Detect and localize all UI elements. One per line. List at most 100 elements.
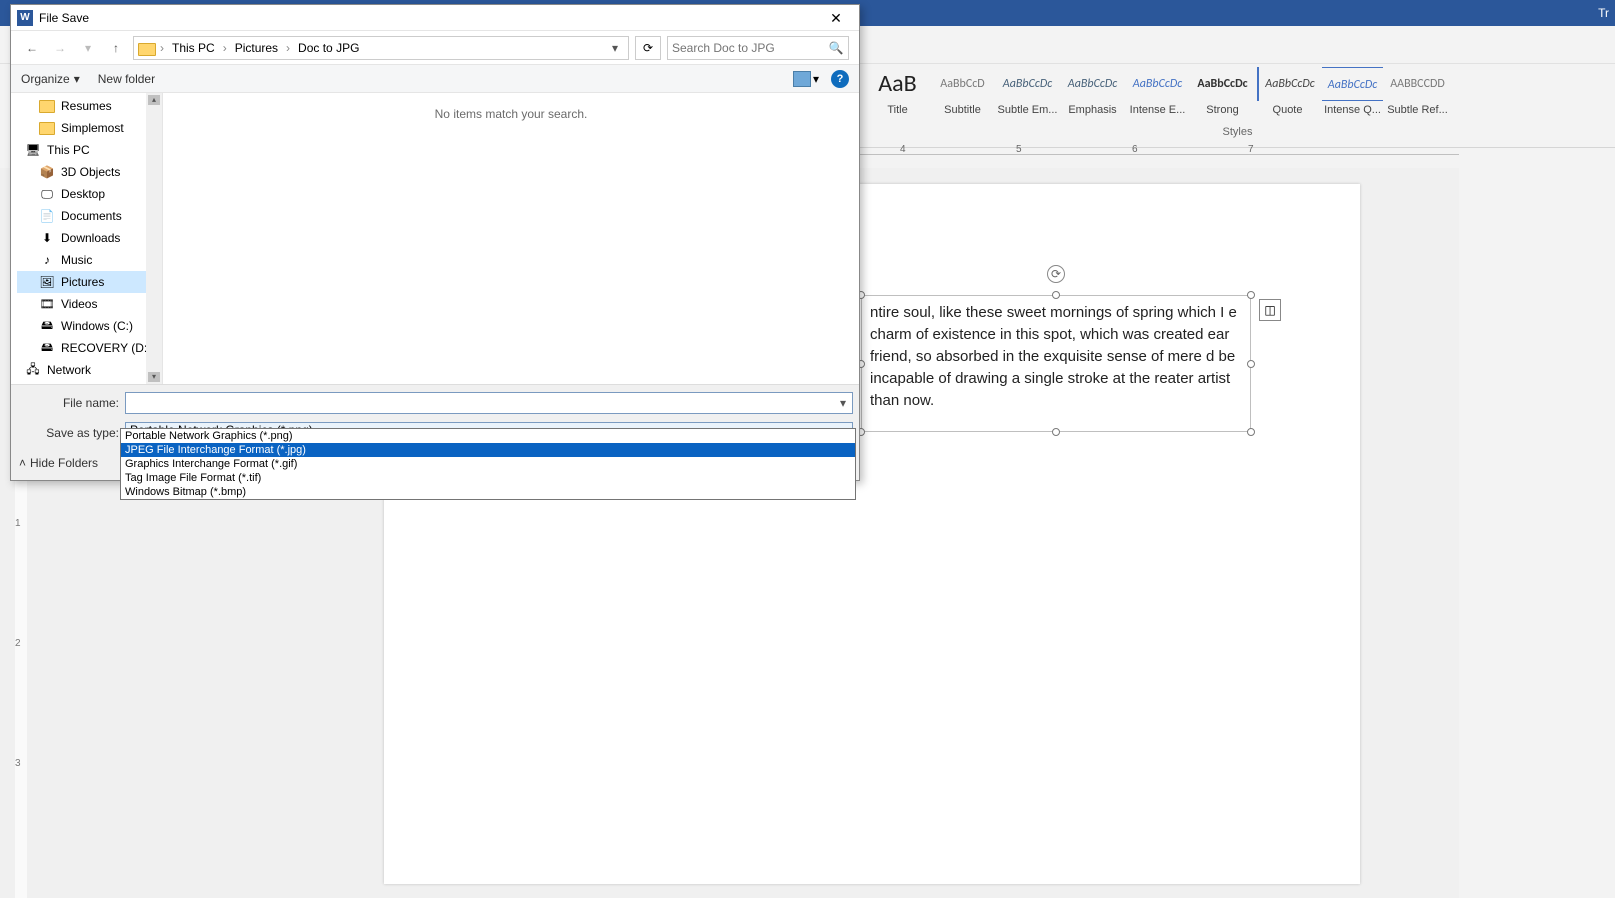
resize-handle[interactable] xyxy=(1247,428,1255,436)
doc-icon: 📄 xyxy=(39,208,55,224)
breadcrumb-item[interactable]: Doc to JPG xyxy=(296,41,361,55)
tree-item-downloads[interactable]: ⬇Downloads xyxy=(17,227,162,249)
rotate-handle-icon[interactable] xyxy=(1047,265,1065,283)
dialog-title: File Save xyxy=(39,11,815,25)
style-preview: AaBbCcDc xyxy=(1322,67,1383,101)
scroll-up-icon[interactable]: ▴ xyxy=(148,95,160,105)
tree-item-label: Videos xyxy=(61,297,97,311)
tree-item-music[interactable]: ♪Music xyxy=(17,249,162,271)
horizontal-ruler: 4567 xyxy=(860,148,1459,168)
style-subtle-ref-[interactable]: AABBCCDDSubtle Ref... xyxy=(1386,66,1449,120)
recent-locations-button[interactable]: ▾ xyxy=(77,37,99,59)
tree-item-videos[interactable]: 🎞Videos xyxy=(17,293,162,315)
hide-folders-button[interactable]: ˄ Hide Folders xyxy=(19,456,98,470)
breadcrumb-item[interactable]: This PC xyxy=(170,41,217,55)
breadcrumb-item[interactable]: Pictures xyxy=(233,41,280,55)
style-strong[interactable]: AaBbCcDcStrong xyxy=(1191,66,1254,120)
ruler-tick: 4 xyxy=(900,144,906,155)
chevron-right-icon[interactable]: › xyxy=(158,41,166,55)
tree-scrollbar[interactable]: ▴ ▾ xyxy=(146,93,162,384)
style-label: Quote xyxy=(1257,101,1318,119)
save-as-type-dropdown: Portable Network Graphics (*.png)JPEG Fi… xyxy=(120,428,856,500)
organize-button[interactable]: Organize ▾ xyxy=(21,72,80,86)
back-button[interactable]: ← xyxy=(21,37,43,59)
style-emphasis[interactable]: AaBbCcDcEmphasis xyxy=(1061,66,1124,120)
folder-icon xyxy=(39,98,55,114)
tree-item-this-pc[interactable]: 🖥 This PC xyxy=(17,139,162,161)
filetype-option[interactable]: Tag Image File Format (*.tif) xyxy=(121,471,855,485)
tree-item-recovery-d-[interactable]: 🖴RECOVERY (D:) xyxy=(17,337,162,359)
file-save-dialog: W File Save ✕ ← → ▾ ↑ › This PC › Pictur… xyxy=(10,4,860,481)
style-preview: AaBbCcDc xyxy=(1257,67,1318,101)
dialog-titlebar: W File Save ✕ xyxy=(11,5,859,31)
tree-item-documents[interactable]: 📄Documents xyxy=(17,205,162,227)
tree-item-resumes[interactable]: Resumes xyxy=(17,95,162,117)
selected-textbox[interactable]: ntire soul, like these sweet mornings of… xyxy=(861,295,1251,432)
chevron-right-icon[interactable]: › xyxy=(284,41,292,55)
style-quote[interactable]: AaBbCcDcQuote xyxy=(1256,66,1319,120)
close-button[interactable]: ✕ xyxy=(815,6,857,30)
forward-button[interactable]: → xyxy=(49,37,71,59)
dialog-toolbar: Organize ▾ New folder ▾ ? xyxy=(11,65,859,93)
style-label: Title xyxy=(867,101,928,119)
ruler-tick: 6 xyxy=(1132,144,1138,155)
mus-icon: ♪ xyxy=(39,252,55,268)
address-dropdown-icon[interactable]: ▾ xyxy=(606,41,624,55)
filetype-option[interactable]: Graphics Interchange Format (*.gif) xyxy=(121,457,855,471)
style-title[interactable]: AaBTitle xyxy=(866,66,929,120)
search-box[interactable]: 🔍 xyxy=(667,36,849,60)
tree-item-label: Pictures xyxy=(61,275,104,289)
style-intense-q-[interactable]: AaBbCcDcIntense Q... xyxy=(1321,66,1384,120)
tree-item-3d-objects[interactable]: 📦3D Objects xyxy=(17,161,162,183)
new-folder-button[interactable]: New folder xyxy=(98,72,155,86)
style-label: Subtitle xyxy=(932,101,993,119)
chevron-right-icon[interactable]: › xyxy=(221,41,229,55)
tree-item-simplemost[interactable]: Simplemost xyxy=(17,117,162,139)
view-options-button[interactable]: ▾ xyxy=(793,71,819,87)
tree-item-label: Simplemost xyxy=(61,121,124,135)
tree-item-label: Windows (C:) xyxy=(61,319,133,333)
resize-handle[interactable] xyxy=(1052,428,1060,436)
tree-item-desktop[interactable]: 🖵Desktop xyxy=(17,183,162,205)
tree-item-pictures[interactable]: 🖼Pictures xyxy=(17,271,162,293)
empty-message: No items match your search. xyxy=(163,107,859,121)
resize-handle[interactable] xyxy=(1247,291,1255,299)
filetype-option[interactable]: Portable Network Graphics (*.png) xyxy=(121,429,855,443)
folder-icon xyxy=(39,120,55,136)
layout-options-icon[interactable]: ◫ xyxy=(1259,299,1281,321)
tree-item-network[interactable]: 🖧Network xyxy=(17,359,162,381)
style-subtle-em-[interactable]: AaBbCcDcSubtle Em... xyxy=(996,66,1059,120)
search-input[interactable] xyxy=(672,41,828,55)
ruler-tick: 3 xyxy=(15,758,21,769)
style-intense-e-[interactable]: AaBbCcDcIntense E... xyxy=(1126,66,1189,120)
ruler-tick: 1 xyxy=(15,518,21,529)
search-icon[interactable]: 🔍 xyxy=(828,41,844,55)
net-icon: 🖧 xyxy=(25,362,41,378)
style-subtitle[interactable]: AaBbCcDSubtitle xyxy=(931,66,994,120)
address-bar[interactable]: › This PC › Pictures › Doc to JPG ▾ xyxy=(133,36,629,60)
style-preview: AaBbCcDc xyxy=(997,67,1058,101)
pc-icon: 🖥 xyxy=(25,142,41,158)
refresh-button[interactable]: ⟳ xyxy=(635,36,661,60)
resize-handle[interactable] xyxy=(1247,360,1255,368)
folder-tree: Resumes Simplemost 🖥 This PC 📦3D Objects🖵Des… xyxy=(17,93,163,384)
filetype-option[interactable]: JPEG File Interchange Format (*.jpg) xyxy=(121,443,855,457)
dl-icon: ⬇ xyxy=(39,230,55,246)
filetype-option[interactable]: Windows Bitmap (*.bmp) xyxy=(121,485,855,499)
dialog-body: Resumes Simplemost 🖥 This PC 📦3D Objects🖵Des… xyxy=(11,93,859,384)
resize-handle[interactable] xyxy=(1052,291,1060,299)
obj-icon: 📦 xyxy=(39,164,55,180)
style-preview: AaBbCcDc xyxy=(1192,67,1253,101)
filename-input[interactable] xyxy=(125,392,853,414)
tree-item-label: This PC xyxy=(47,143,90,157)
tree-item-windows-c-[interactable]: 🖴Windows (C:) xyxy=(17,315,162,337)
hide-folders-label: Hide Folders xyxy=(30,456,98,470)
textbox-content[interactable]: ntire soul, like these sweet mornings of… xyxy=(861,295,1251,432)
scroll-down-icon[interactable]: ▾ xyxy=(148,372,160,382)
style-preview: AaBbCcD xyxy=(932,67,993,101)
help-button[interactable]: ? xyxy=(831,70,849,88)
up-button[interactable]: ↑ xyxy=(105,37,127,59)
ruler-tick: 2 xyxy=(15,638,21,649)
style-label: Subtle Em... xyxy=(997,101,1058,119)
chevron-down-icon: ▾ xyxy=(74,72,80,86)
